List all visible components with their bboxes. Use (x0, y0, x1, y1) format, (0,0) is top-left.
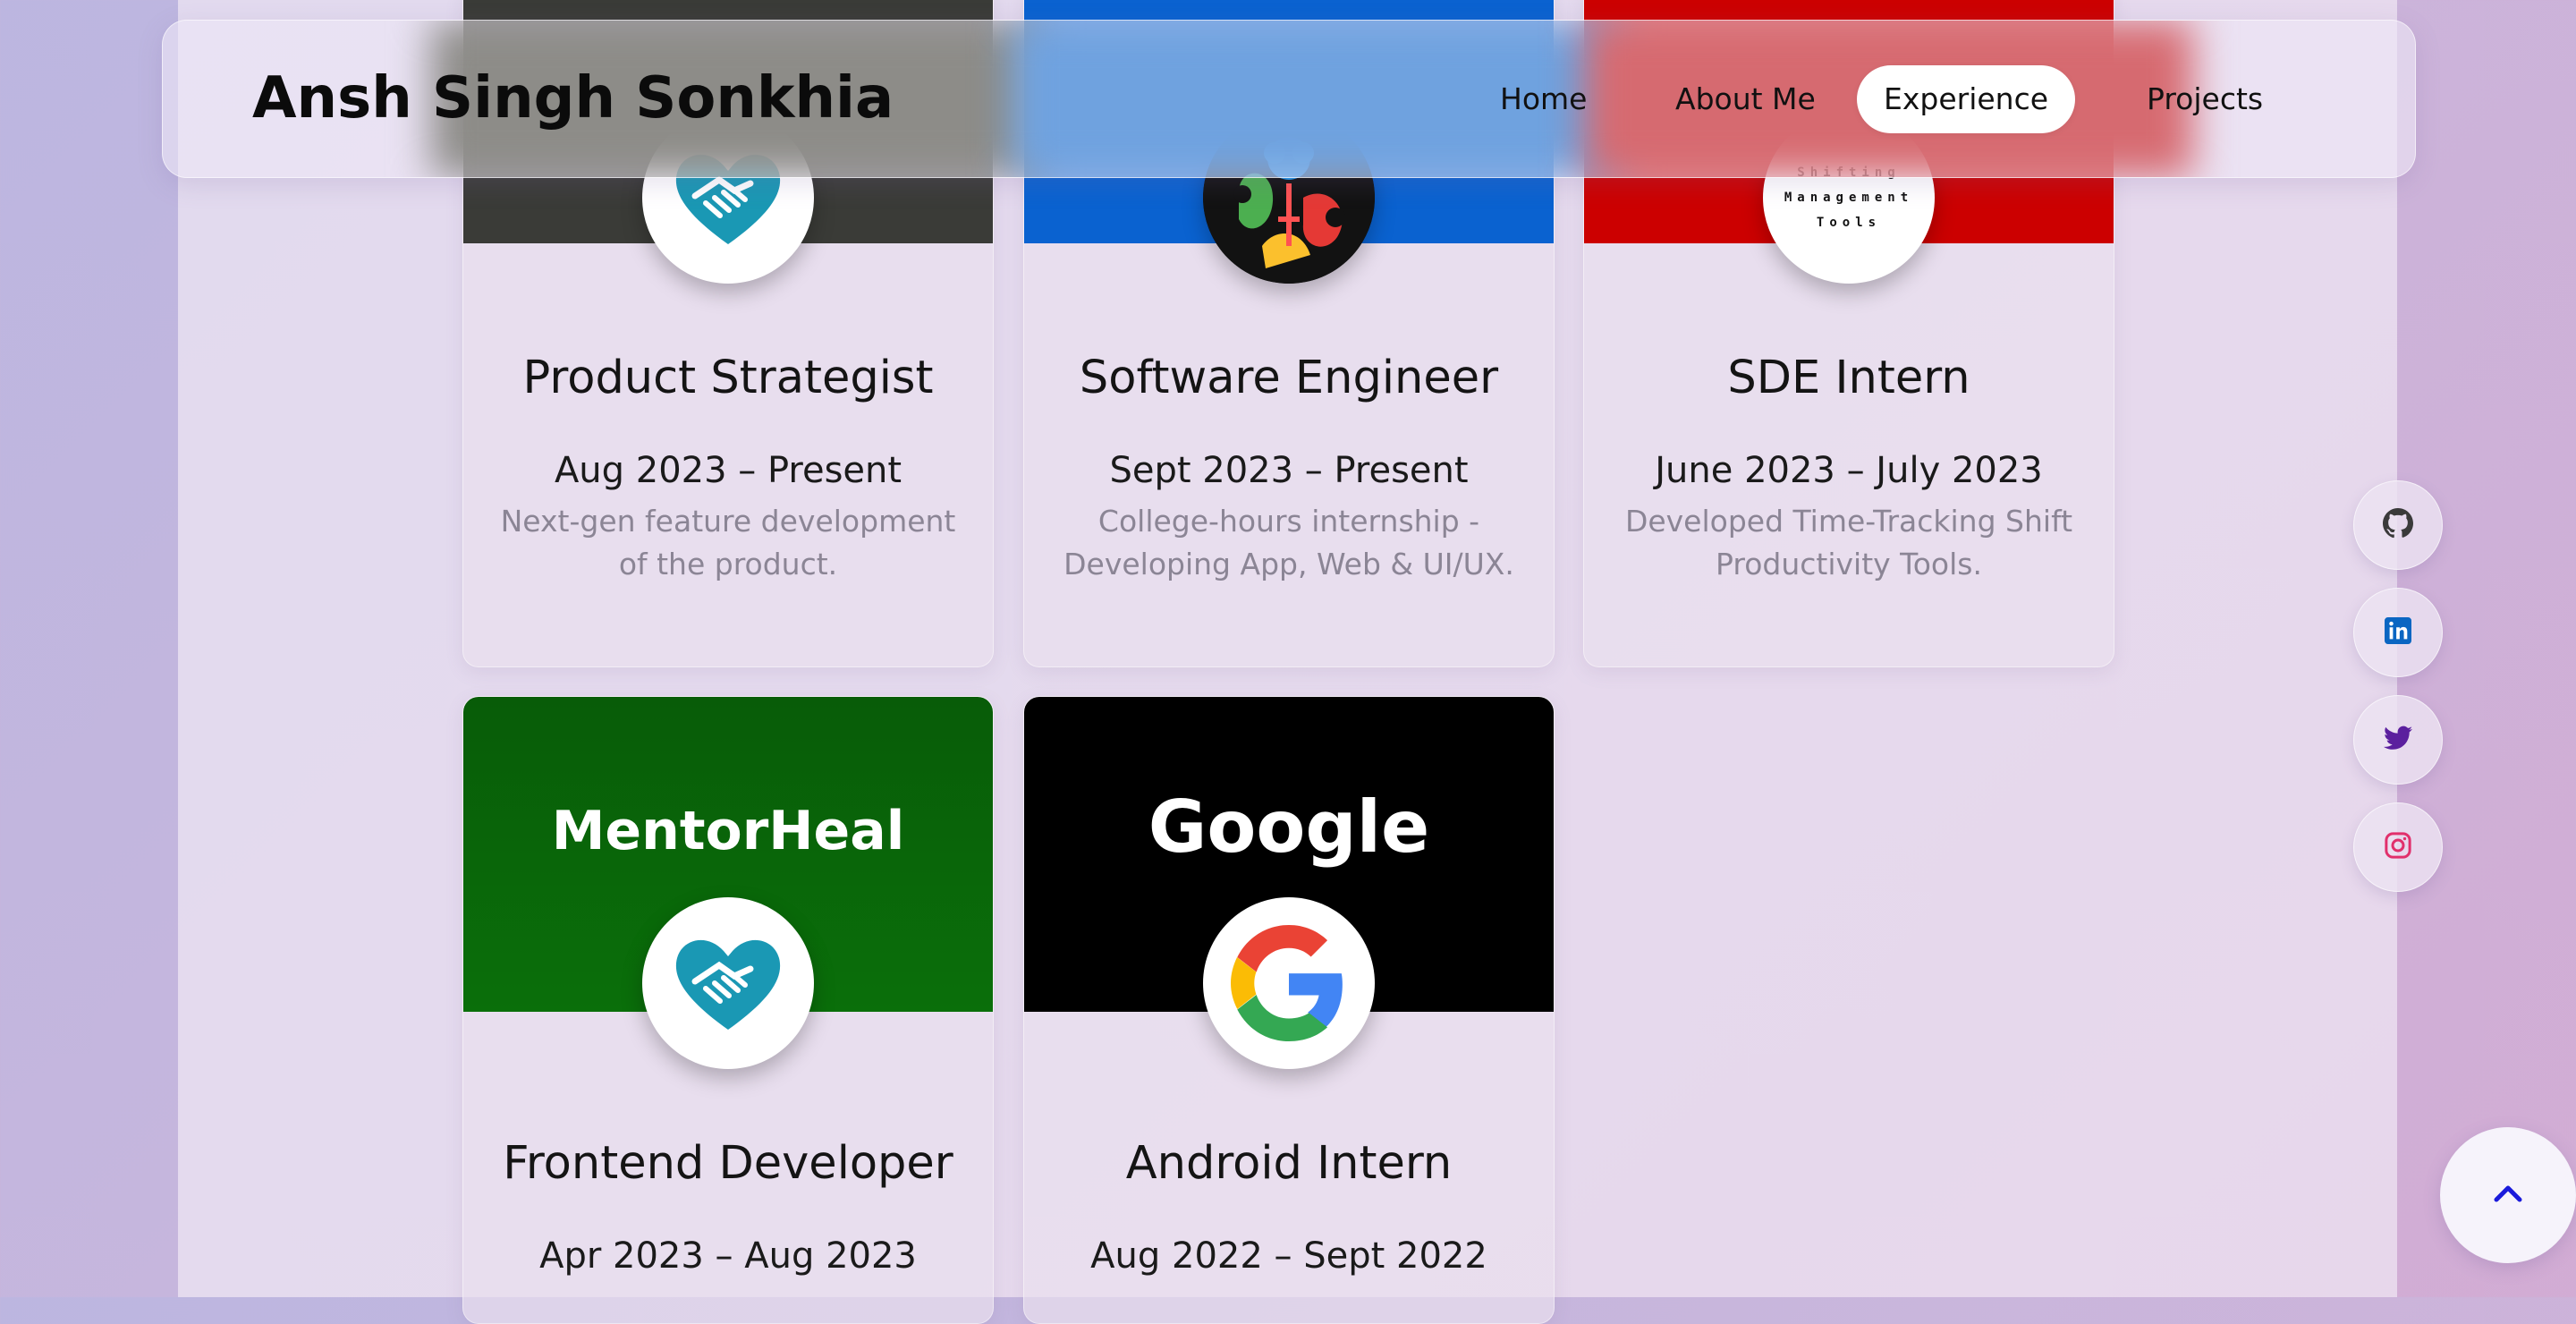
experience-card-frontend-developer: MentorHeal Frontend Developer Apr 2023 –… (462, 696, 994, 1324)
linkedin-link[interactable] (2353, 588, 2443, 677)
twitter-link[interactable] (2353, 695, 2443, 785)
nav-about-me[interactable]: About Me (1648, 65, 1843, 133)
linkedin-icon (2385, 617, 2411, 648)
card-description: Developed Time-Tracking Shift Productivi… (1611, 500, 2087, 586)
scroll-to-top-button[interactable] (2440, 1127, 2576, 1263)
card-role: Android Intern (1125, 1137, 1453, 1190)
github-icon (2383, 508, 2413, 542)
card-description: College-hours internship - Developing Ap… (1051, 500, 1527, 586)
logo-text: Management (1784, 191, 1914, 205)
card-dates: Aug 2023 – Present (554, 450, 902, 491)
card-dates: Apr 2023 – Aug 2023 (539, 1235, 917, 1277)
card-dates: Sept 2023 – Present (1109, 450, 1469, 491)
github-link[interactable] (2353, 480, 2443, 570)
chevron-up-icon (2493, 1184, 2523, 1207)
handshake-heart-icon (642, 897, 814, 1069)
card-dates: Aug 2022 – Sept 2022 (1090, 1235, 1487, 1277)
instagram-link[interactable] (2353, 802, 2443, 892)
card-description-line: of the product. (618, 547, 838, 581)
instagram-icon (2385, 832, 2411, 862)
logo-text: Tools (1816, 216, 1882, 230)
card-description-line: Next-gen feature development (500, 504, 956, 539)
google-g-icon (1203, 897, 1375, 1069)
card-role: Frontend Developer (503, 1137, 953, 1190)
card-description: Next-gen feature development of the prod… (490, 500, 966, 586)
site-brand[interactable]: Ansh Singh Sonkhia (252, 21, 894, 177)
card-dates: June 2023 – July 2023 (1655, 450, 2043, 491)
card-role: Software Engineer (1079, 352, 1499, 404)
card-role: SDE Intern (1727, 352, 1970, 404)
card-description-line: College-hours internship - (1097, 504, 1480, 539)
top-navbar: Ansh Singh Sonkhia Home About Me Experie… (162, 20, 2416, 178)
nav-projects[interactable]: Projects (2120, 65, 2290, 133)
card-description-line: Developed Time-Tracking Shift (1624, 504, 2073, 539)
nav-experience[interactable]: Experience (1857, 65, 2076, 133)
twitter-icon (2384, 726, 2412, 754)
card-role: Product Strategist (522, 352, 934, 404)
nav-home[interactable]: Home (1473, 65, 1614, 133)
experience-card-android-intern: Google Android Intern Aug 2022 – Sept 20… (1023, 696, 1555, 1324)
card-description-line: Developing App, Web & UI/UX. (1063, 547, 1514, 581)
card-description-line: Productivity Tools. (1716, 547, 1982, 581)
